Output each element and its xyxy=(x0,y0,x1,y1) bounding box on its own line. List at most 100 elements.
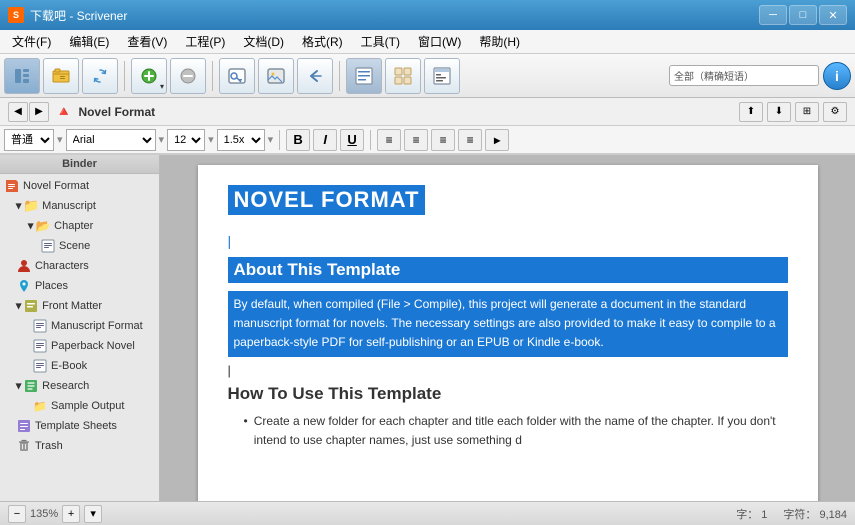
nav-back-button[interactable]: ◀ xyxy=(8,102,28,122)
close-button[interactable]: ✕ xyxy=(819,5,847,25)
menu-project[interactable]: 工程(P) xyxy=(177,31,233,52)
sample-output-label: Sample Output xyxy=(51,400,124,412)
editor-settings-btn[interactable]: ⚙ xyxy=(823,102,847,122)
zoom-dropdown-button[interactable]: ▾ xyxy=(84,505,102,523)
editor-back-btn[interactable]: ⬆ xyxy=(739,102,763,122)
zoom-in-button[interactable]: + xyxy=(62,505,80,523)
app-icon: S xyxy=(8,7,24,23)
fmt-separator xyxy=(279,130,280,150)
back-button[interactable] xyxy=(297,58,333,94)
doc-icon: 🔺 xyxy=(55,103,72,120)
characters-icon xyxy=(16,258,32,274)
view-scrivenings-button[interactable] xyxy=(346,58,382,94)
underline-button[interactable]: U xyxy=(340,129,364,151)
binder-item-ebook[interactable]: E-Book xyxy=(0,356,159,376)
sync-button[interactable] xyxy=(82,58,118,94)
binder-item-template-sheets[interactable]: Template Sheets xyxy=(0,416,159,436)
binder: Binder Novel Format ▶ 📁 Manuscript ▶ 📂 C… xyxy=(0,155,160,501)
bullet-marker: • xyxy=(244,412,248,450)
menu-document[interactable]: 文档(D) xyxy=(235,31,292,52)
more-format-button[interactable]: ▸ xyxy=(485,129,509,151)
menu-file[interactable]: 文件(F) xyxy=(4,31,59,52)
binder-item-chapter[interactable]: ▶ 📂 Chapter xyxy=(0,216,159,236)
bold-button[interactable]: B xyxy=(286,129,310,151)
characters-label: Characters xyxy=(35,260,89,272)
binder-item-manuscript[interactable]: ▶ 📁 Manuscript xyxy=(0,196,159,216)
template-sheets-icon xyxy=(16,418,32,434)
paperback-label: Paperback Novel xyxy=(51,340,135,352)
about-body: By default, when compiled (File > Compil… xyxy=(228,291,788,357)
view-outline-button[interactable] xyxy=(424,58,460,94)
remove-button[interactable] xyxy=(170,58,206,94)
editor-fwd-btn[interactable]: ⬇ xyxy=(767,102,791,122)
search-box: 全部（精确短语） ✕ xyxy=(669,65,819,86)
align-right-button[interactable]: ≡ xyxy=(431,129,455,151)
menu-help[interactable]: 帮助(H) xyxy=(471,31,528,52)
info-button[interactable]: i xyxy=(823,62,851,90)
align-center-button[interactable]: ≡ xyxy=(404,129,428,151)
cursor-after-highlight: | xyxy=(228,363,788,378)
nav-forward-button[interactable]: ▶ xyxy=(29,102,49,122)
size-select[interactable]: 12 xyxy=(167,129,205,151)
format-area: ◀ ▶ 🔺 Novel Format ⬆ ⬇ ⊞ ⚙ 普通 ▾ Arial ▾ … xyxy=(0,98,855,155)
char-count-label: 字符： 9,184 xyxy=(783,506,847,522)
novel-format-title: NOVEL FORMAT xyxy=(228,185,426,215)
editor-split-btn[interactable]: ⊞ xyxy=(795,102,819,122)
menu-edit[interactable]: 编辑(E) xyxy=(61,31,117,52)
paperback-icon xyxy=(32,338,48,354)
binder-item-sample-output[interactable]: 📁 Sample Output xyxy=(0,396,159,416)
binder-content: Novel Format ▶ 📁 Manuscript ▶ 📂 Chapter … xyxy=(0,174,159,501)
title-bar-left: S 下载吧 - Scrivener xyxy=(8,7,127,24)
align-left-button[interactable]: ≡ xyxy=(377,129,401,151)
manuscript-format-label: Manuscript Format xyxy=(51,320,143,332)
binder-item-front-matter[interactable]: ▶ Front Matter xyxy=(0,296,159,316)
align-justify-button[interactable]: ≡ xyxy=(458,129,482,151)
about-heading: About This Template xyxy=(228,257,788,283)
menu-view[interactable]: 查看(V) xyxy=(119,31,175,52)
image-button[interactable] xyxy=(258,58,294,94)
doc-nav-bar: ◀ ▶ 🔺 Novel Format ⬆ ⬇ ⊞ ⚙ xyxy=(0,98,855,126)
binder-item-research[interactable]: ▶ Research xyxy=(0,376,159,396)
binder-item-places[interactable]: Places xyxy=(0,276,159,296)
format-sep3: ▾ xyxy=(208,133,214,146)
view-corkboard-button[interactable] xyxy=(385,58,421,94)
binder-item-trash[interactable]: Trash xyxy=(0,436,159,456)
binder-item-novel-format[interactable]: Novel Format xyxy=(0,176,159,196)
novel-format-icon xyxy=(4,178,20,194)
frontmatter-icon xyxy=(23,298,39,314)
binder-item-manuscript-format[interactable]: Manuscript Format xyxy=(0,316,159,336)
binder-item-scene[interactable]: Scene xyxy=(0,236,159,256)
italic-button[interactable]: I xyxy=(313,129,337,151)
format-sep4: ▾ xyxy=(268,133,274,146)
key-button[interactable] xyxy=(219,58,255,94)
binder-item-paperback[interactable]: Paperback Novel xyxy=(0,336,159,356)
binder-toggle-button[interactable] xyxy=(4,58,40,94)
char-count-value: 9,184 xyxy=(819,509,847,521)
menu-format[interactable]: 格式(R) xyxy=(294,31,351,52)
toolbar-right: 全部（精确短语） ✕ i xyxy=(669,62,851,90)
editor-wrapper[interactable]: NOVEL FORMAT | About This Template By de… xyxy=(160,155,855,501)
minimize-button[interactable]: ─ xyxy=(759,5,787,25)
trash-label: Trash xyxy=(35,440,63,452)
font-select[interactable]: Arial xyxy=(66,129,156,151)
menu-window[interactable]: 窗口(W) xyxy=(410,31,469,52)
binder-item-characters[interactable]: Characters xyxy=(0,256,159,276)
status-bar: − 135% + ▾ 字： 1 字符： 9,184 xyxy=(0,501,855,525)
menu-tools[interactable]: 工具(T) xyxy=(353,31,408,52)
manuscript-label: Manuscript xyxy=(42,200,96,212)
zoom-out-button[interactable]: − xyxy=(8,505,26,523)
maximize-button[interactable]: □ xyxy=(789,5,817,25)
ms-format-icon xyxy=(32,318,48,334)
ebook-label: E-Book xyxy=(51,360,87,372)
manuscript-triangle: ▶ xyxy=(15,203,24,209)
open-button[interactable] xyxy=(43,58,79,94)
chapter-triangle: ▶ xyxy=(27,223,36,229)
spacing-select[interactable]: 1.5x xyxy=(217,129,265,151)
add-button[interactable]: ▾ xyxy=(131,58,167,94)
menu-bar: 文件(F) 编辑(E) 查看(V) 工程(P) 文档(D) 格式(R) 工具(T… xyxy=(0,30,855,54)
manuscript-icon: 📁 xyxy=(23,198,39,214)
places-icon xyxy=(16,278,32,294)
style-select[interactable]: 普通 xyxy=(4,129,54,151)
format-bar: 普通 ▾ Arial ▾ 12 ▾ 1.5x ▾ B I U ≡ ≡ ≡ ≡ ▸ xyxy=(0,126,855,154)
binder-header: Binder xyxy=(0,155,159,174)
